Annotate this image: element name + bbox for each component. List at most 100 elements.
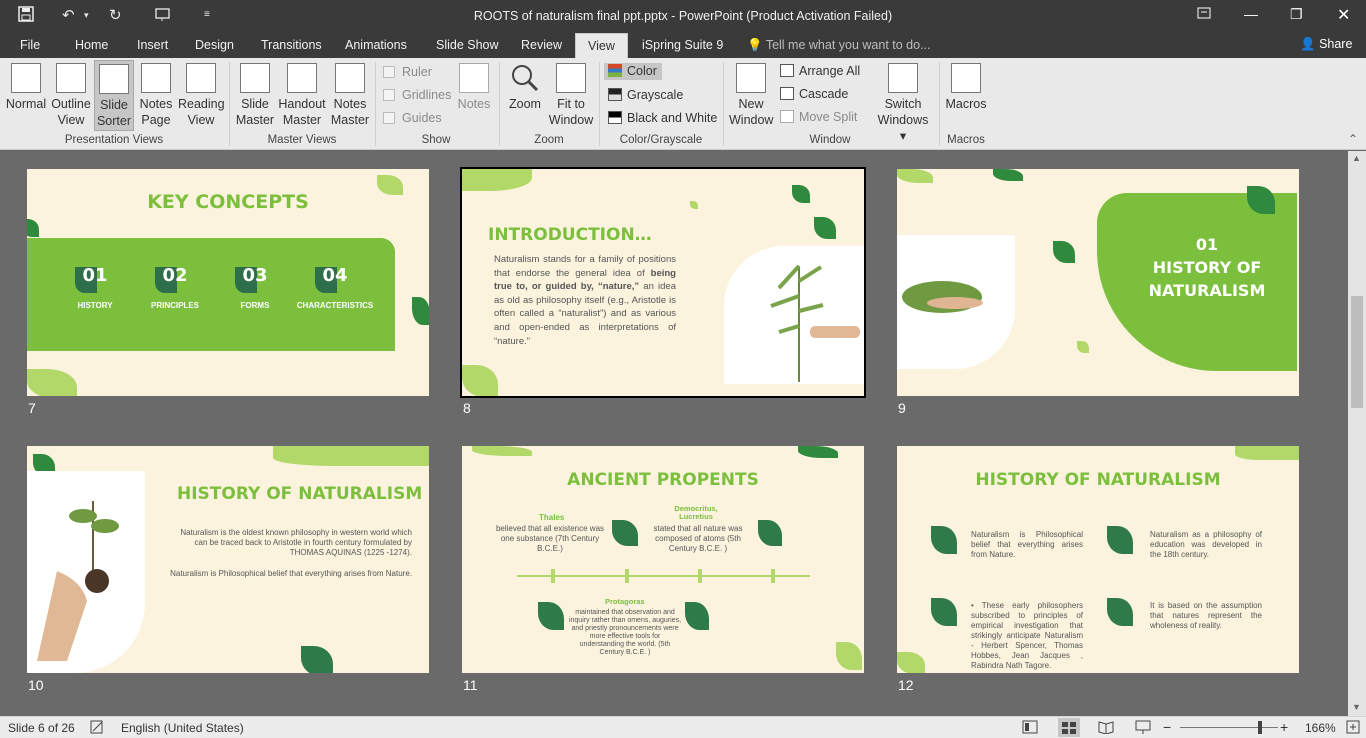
switch-windows-button[interactable]: Switch Windows ▾ [874,63,932,143]
zoom-slider[interactable] [1180,727,1278,728]
grayscale-button[interactable]: Grayscale [608,88,683,102]
slide-thumbnail-11[interactable]: ANCIENT PROPENTS Thales believed that al… [462,446,864,673]
zoom-out-icon[interactable]: − [1163,719,1171,735]
notes-button[interactable]: Notes [455,63,493,113]
tab-slide-show[interactable]: Slide Show [436,38,499,52]
handout-master-icon [287,63,317,93]
close-icon[interactable]: ✕ [1337,5,1350,25]
lightbulb-icon: 💡 [747,38,763,52]
slide-counter[interactable]: Slide 6 of 26 [8,721,75,735]
slide-thumbnail-7[interactable]: KEY CONCEPTS 01 HISTORY 02 PRINCIPLES 03… [27,169,429,396]
reading-view-icon [186,63,216,93]
share-button[interactable]: 👤 Share [1300,37,1352,52]
minimize-icon[interactable]: — [1244,6,1258,22]
leaf-decoration [690,201,698,209]
macros-button[interactable]: Macros [944,63,988,129]
drop-icon [1107,526,1133,554]
zoom-button[interactable]: Zoom [506,63,544,129]
zoom-slider-thumb[interactable] [1258,721,1262,734]
tab-view[interactable]: View [575,33,628,58]
tab-review[interactable]: Review [521,38,562,52]
observation-icon [685,602,709,630]
black-white-button[interactable]: Black and White [608,111,717,125]
slide-number: 8 [463,400,471,416]
slide-thumbnail-8[interactable]: INTRODUCTION… Naturalism stands for a fa… [460,167,866,398]
color-button[interactable]: Color [604,63,662,80]
scrollbar-thumb[interactable] [1351,296,1363,408]
guides-checkbox[interactable]: Guides [383,111,442,125]
group-label: Macros [947,134,985,146]
slide-thumbnail-9[interactable]: 01 HISTORY OF NATURALISM [897,169,1299,396]
thales-icon [612,520,638,546]
status-bar: Slide 6 of 26 English (United States) − … [0,716,1366,738]
new-window-button[interactable]: New Window [729,63,773,129]
slide-title: HISTORY OF NATURALISM [975,470,1221,490]
leaf-decoration [798,446,838,458]
slide-thumbnail-12[interactable]: HISTORY OF NATURALISM Naturalism is Phil… [897,446,1299,673]
scroll-down-icon[interactable]: ▼ [1352,702,1361,712]
gridlines-checkbox[interactable]: Gridlines [383,88,451,102]
section-title: 01 HISTORY OF NATURALISM [1148,235,1266,300]
collapse-ribbon-icon[interactable]: ⌃ [1348,132,1358,146]
language-indicator[interactable]: English (United States) [121,721,244,735]
arrange-all-icon [780,64,794,77]
slide-thumbnail-10[interactable]: HISTORY OF NATURALISM Naturalism is the … [27,446,429,673]
leaf-decoration [462,365,498,396]
spelling-icon[interactable] [90,720,104,737]
slide-number: 11 [463,677,478,693]
leaf-decoration [1077,341,1089,353]
normal-view-status-icon[interactable] [1022,720,1038,737]
outline-view-button[interactable]: Outline View [51,63,91,129]
color-swatch-icon [608,64,622,77]
new-window-icon [736,63,766,93]
tab-design[interactable]: Design [195,38,234,52]
notes-master-button[interactable]: Notes Master [330,63,370,129]
zoom-level[interactable]: 166% [1305,721,1336,735]
tell-me-search[interactable]: 💡 Tell me what you want to do... [747,38,931,53]
handout-master-button[interactable]: Handout Master [277,63,327,129]
fit-to-window-button[interactable]: Fit to Window [548,63,594,129]
cascade-icon [780,87,794,100]
group-label: Presentation Views [64,134,164,146]
cascade-button[interactable]: Cascade [780,87,848,101]
tab-home[interactable]: Home [75,38,108,52]
slide-master-button[interactable]: Slide Master [234,63,276,129]
ribbon-display-icon[interactable] [1197,6,1211,22]
macros-icon [951,63,981,93]
tab-file[interactable]: File [20,38,40,52]
notes-page-button[interactable]: Notes Page [138,63,174,129]
concepts-band [27,238,395,351]
slide-sorter-status-icon[interactable] [1058,718,1080,737]
magnifier-icon [510,63,540,93]
leaf-decoration [814,217,836,239]
democritus-icon [758,520,782,546]
tab-animations[interactable]: Animations [345,38,407,52]
restore-icon[interactable]: ❐ [1290,6,1303,23]
tab-ispring[interactable]: iSpring Suite 9 [642,38,723,52]
slide-master-icon [240,63,270,93]
reading-view-status-icon[interactable] [1098,720,1114,737]
fern-hand-image [724,246,864,384]
vertical-scrollbar[interactable]: ▲ ▼ [1348,151,1366,716]
move-split-button[interactable]: Move Split [780,110,857,124]
slide-sorter-button[interactable]: Slide Sorter [94,60,134,131]
slide-number: 9 [898,400,906,416]
arrange-all-button[interactable]: Arrange All [780,64,860,78]
group-label: Zoom [534,134,564,146]
tab-insert[interactable]: Insert [137,38,168,52]
fit-slide-icon[interactable] [1346,720,1360,737]
normal-view-button[interactable]: Normal [5,63,47,129]
tree-icon [1107,598,1133,626]
tab-transitions[interactable]: Transitions [261,38,322,52]
black-white-icon [608,111,622,124]
concept-item: 03 FORMS [235,265,275,310]
zoom-in-icon[interactable]: + [1280,719,1288,735]
ruler-checkbox[interactable]: Ruler [383,65,432,79]
leaf-decoration [897,169,933,183]
slide-title: KEY CONCEPTS [147,191,309,213]
slide-show-status-icon[interactable] [1135,720,1151,737]
slide-body: Naturalism is the oldest known philosoph… [180,528,412,557]
scroll-up-icon[interactable]: ▲ [1352,153,1361,163]
reading-view-button[interactable]: Reading View [178,63,225,129]
ribbon-view: Normal Outline View Slide Sorter Notes Page… [0,58,1366,150]
